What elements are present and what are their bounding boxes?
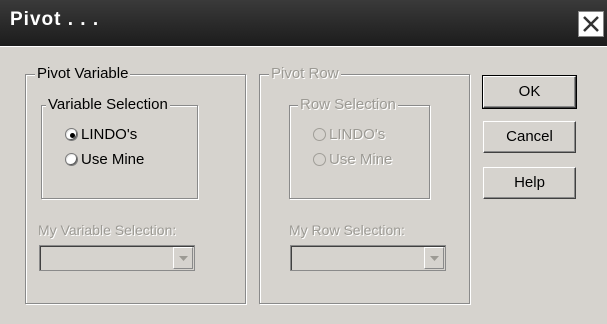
radio-unselected-icon: [313, 153, 326, 166]
close-button[interactable]: [578, 11, 604, 37]
cancel-button[interactable]: Cancel: [483, 121, 576, 153]
my-variable-selection-dropdown[interactable]: [39, 245, 195, 271]
variable-selection-legend: Variable Selection: [46, 96, 170, 114]
variable-radio-lindos-label: LINDO's: [81, 126, 138, 143]
ok-button[interactable]: OK: [482, 75, 577, 109]
row-radio-use-mine-label: Use Mine: [329, 151, 393, 168]
my-variable-selection-label: My Variable Selection:: [38, 222, 177, 238]
radio-selected-icon: [65, 128, 78, 141]
row-selection-group: Row Selection LINDO's Use Mine: [289, 96, 430, 199]
my-row-selection-dropdown[interactable]: [290, 245, 446, 271]
chevron-down-icon: [179, 256, 188, 261]
help-button[interactable]: Help: [483, 167, 576, 199]
pivot-dialog: Pivot . . . Pivot Variable Variable Sele…: [0, 0, 607, 324]
pivot-row-group: Pivot Row Row Selection LINDO's Use Mine…: [259, 65, 470, 304]
title-bar[interactable]: Pivot . . .: [0, 0, 607, 46]
my-row-selection-label: My Row Selection:: [289, 222, 405, 238]
row-radio-lindos-label: LINDO's: [329, 126, 386, 143]
variable-selection-group: Variable Selection LINDO's Use Mine: [41, 96, 198, 199]
window-title: Pivot . . .: [10, 9, 100, 30]
radio-unselected-icon: [313, 128, 326, 141]
chevron-down-icon: [430, 256, 439, 261]
pivot-variable-group: Pivot Variable Variable Selection LINDO'…: [25, 65, 246, 304]
pivot-row-legend: Pivot Row: [269, 65, 341, 83]
variable-radio-use-mine-label: Use Mine: [81, 151, 145, 168]
dialog-body: Pivot Variable Variable Selection LINDO'…: [0, 46, 607, 324]
pivot-variable-legend: Pivot Variable: [35, 65, 131, 83]
dropdown-button[interactable]: [173, 247, 193, 269]
close-icon: [583, 16, 599, 32]
dropdown-button[interactable]: [424, 247, 444, 269]
row-selection-legend: Row Selection: [298, 96, 398, 114]
radio-unselected-icon: [65, 153, 78, 166]
